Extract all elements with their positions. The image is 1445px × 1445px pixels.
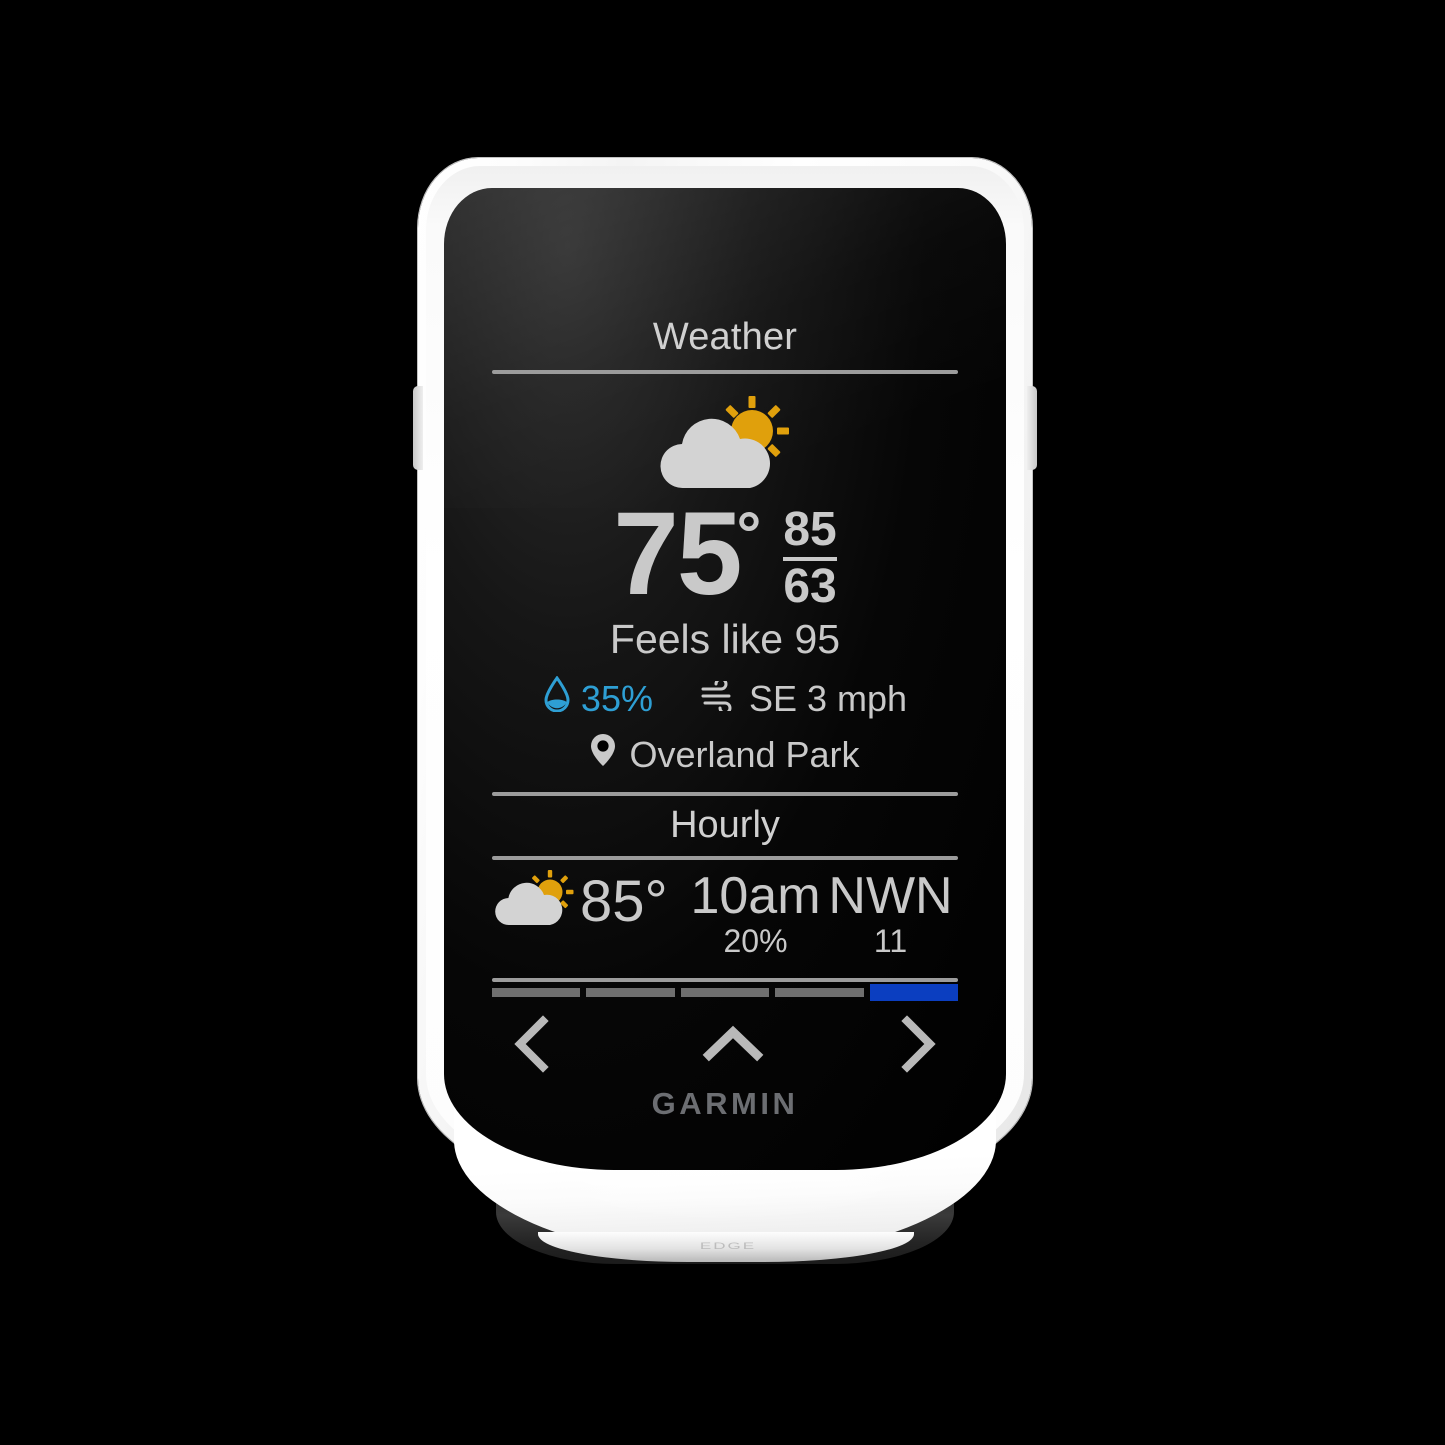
low-temperature: 63 bbox=[783, 560, 837, 613]
chevron-left-icon[interactable] bbox=[510, 1015, 556, 1074]
garmin-edge-device: EDGE GARMIN Weather 75 ° 85 63 Feels lik… bbox=[413, 158, 1037, 1278]
page-indicator-segment[interactable] bbox=[775, 988, 864, 998]
metrics-row: 35% SE 3 mph bbox=[492, 675, 958, 721]
chevron-right-icon[interactable] bbox=[894, 1015, 940, 1074]
page-indicator-segment[interactable] bbox=[680, 988, 770, 998]
wind-value: SE 3 mph bbox=[748, 677, 908, 719]
page-indicator-segment[interactable] bbox=[586, 988, 675, 998]
page-indicator[interactable] bbox=[492, 984, 959, 1002]
device-model-text: EDGE bbox=[699, 1240, 757, 1251]
current-temperature-row: 75 ° 85 63 bbox=[492, 488, 958, 620]
hourly-wind-speed: 11 bbox=[873, 923, 908, 960]
hourly-condition-group: 85° bbox=[492, 870, 688, 933]
hourly-section-title: Hourly bbox=[670, 804, 780, 847]
page-title: Weather bbox=[652, 316, 798, 358]
garmin-wordmark: GARMIN bbox=[651, 1086, 799, 1121]
high-temperature: 85 bbox=[783, 506, 837, 561]
navigation-bar bbox=[492, 1015, 958, 1074]
hourly-row[interactable]: 85° 10am 20% NWN 11 bbox=[492, 860, 958, 978]
humidity-metric: 35% bbox=[543, 675, 653, 721]
weather-screen: Weather 75 ° 85 63 Feels like 95 35% SE … bbox=[492, 316, 959, 1074]
page-indicator-segment-active[interactable] bbox=[869, 984, 959, 1002]
divider-pager-top bbox=[492, 978, 958, 983]
partly-cloudy-day-icon bbox=[492, 870, 578, 933]
wind-metric: SE 3 mph bbox=[699, 677, 908, 720]
degree-symbol: ° bbox=[736, 500, 762, 569]
page-indicator-segment[interactable] bbox=[492, 988, 581, 998]
hourly-temperature: 85° bbox=[580, 868, 668, 934]
side-button-left[interactable] bbox=[413, 386, 423, 470]
feels-like-text: Feels like 95 bbox=[609, 616, 841, 663]
map-pin-icon bbox=[590, 733, 616, 776]
humidity-value: 35% bbox=[580, 677, 653, 719]
side-button-right[interactable] bbox=[1027, 386, 1037, 470]
hourly-time-group: 10am 20% bbox=[688, 870, 823, 961]
wind-icon bbox=[699, 677, 739, 720]
location-name: Overland Park bbox=[629, 733, 860, 775]
hourly-wind-direction: NWN bbox=[828, 867, 953, 926]
location-row: Overland Park bbox=[492, 733, 958, 776]
hourly-wind-group: NWN 11 bbox=[823, 870, 958, 961]
water-drop-icon bbox=[543, 675, 571, 721]
divider-top bbox=[492, 370, 958, 374]
hourly-precip: 20% bbox=[723, 923, 788, 960]
chevron-up-icon[interactable] bbox=[702, 1015, 764, 1073]
high-low-group: 85 63 bbox=[783, 506, 837, 613]
partly-cloudy-day-icon bbox=[650, 396, 800, 492]
current-temperature: 75 bbox=[613, 488, 742, 620]
hourly-time: 10am bbox=[690, 867, 821, 926]
